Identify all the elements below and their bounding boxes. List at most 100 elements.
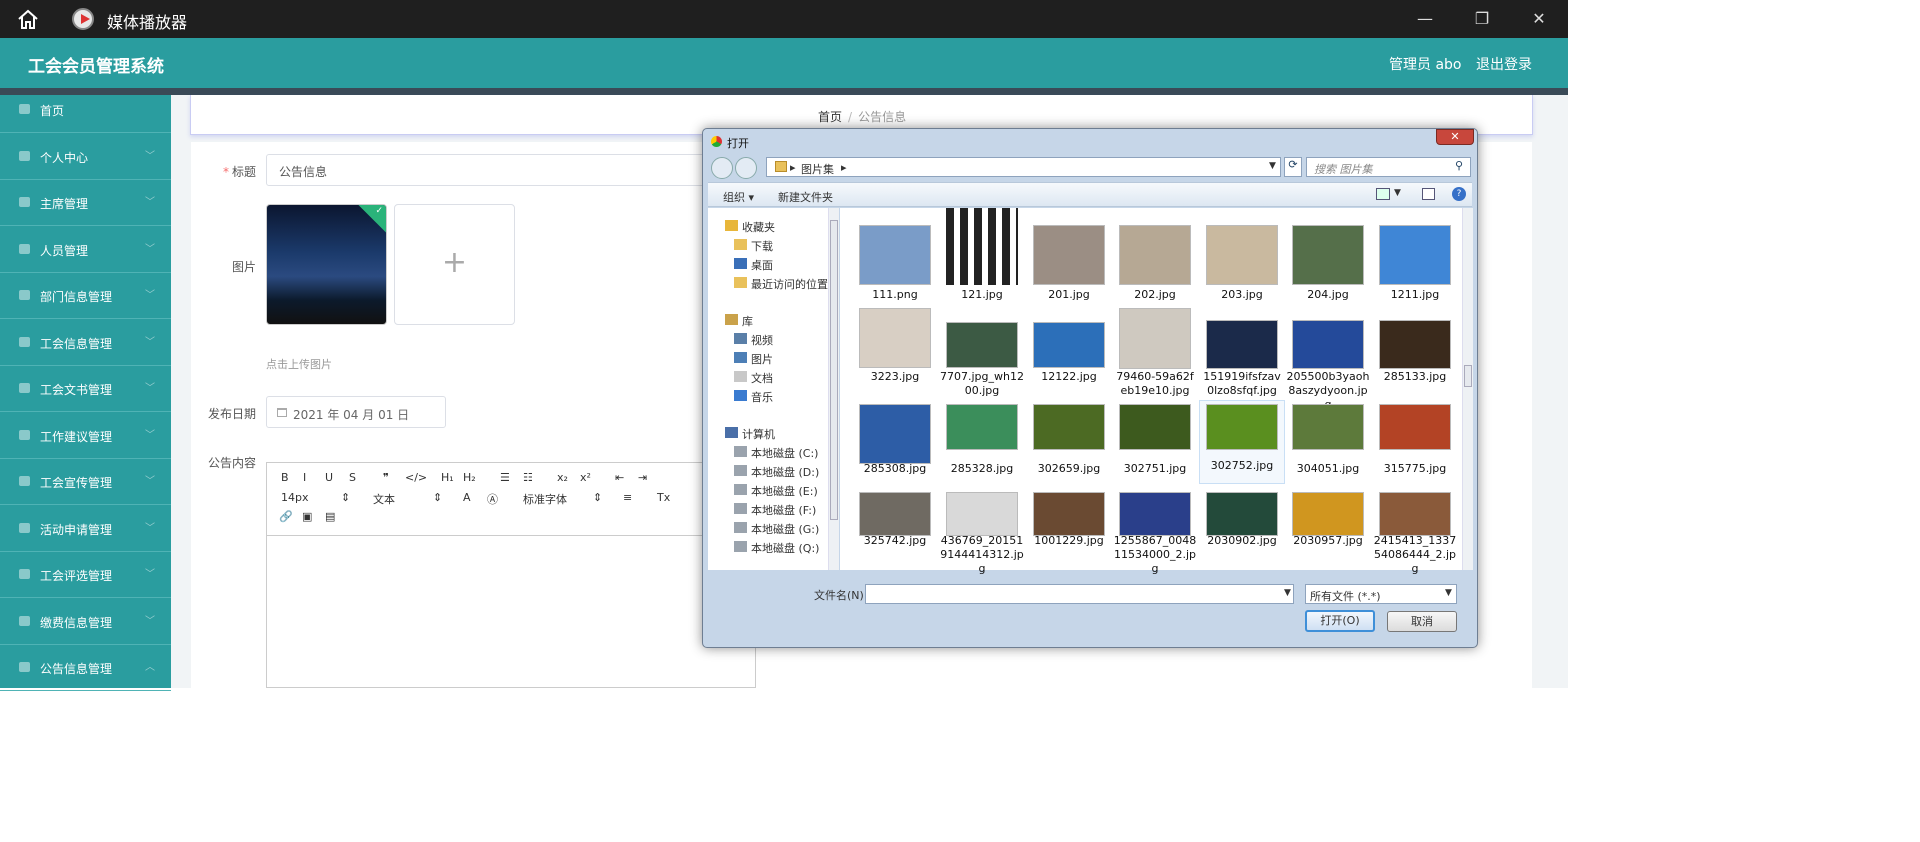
sidebar-item[interactable]: 工会信息管理 ﹀ xyxy=(0,320,171,366)
sidebar-item[interactable]: 工会评选管理 ﹀ xyxy=(0,552,171,598)
nav-item[interactable]: 桌面 xyxy=(751,257,773,273)
back-button[interactable] xyxy=(711,157,733,179)
editor-tool-button[interactable]: B xyxy=(281,471,289,484)
breadcrumb-home[interactable]: 首页 xyxy=(818,110,842,124)
editor-tool-button[interactable]: ❞ xyxy=(383,471,389,484)
sidebar-item[interactable]: 工会文书管理 ﹀ xyxy=(0,366,171,412)
close-icon[interactable]: ✕ xyxy=(1527,8,1551,30)
clear-format-icon[interactable]: Tx xyxy=(657,491,670,504)
editor-tool-button[interactable]: ☷ xyxy=(523,471,533,484)
editor-tool-button[interactable]: H₁ xyxy=(441,471,454,484)
editor-tool-button[interactable]: S xyxy=(349,471,356,484)
sidebar-item[interactable]: 工会宣传管理 ﹀ xyxy=(0,459,171,505)
editor-tool-button[interactable]: ☰ xyxy=(500,471,510,484)
history-dropdown-icon[interactable]: ▼ xyxy=(1269,161,1276,171)
sidebar-item[interactable]: 缴费信息管理 ﹀ xyxy=(0,599,171,645)
dialog-close-button[interactable]: ✕ xyxy=(1436,129,1474,145)
view-dropdown-icon[interactable]: ▼ xyxy=(1394,188,1401,198)
path-tail[interactable]: ▸ xyxy=(841,161,847,174)
logout-link[interactable]: 退出登录 xyxy=(1476,54,1532,74)
nav-item[interactable]: 本地磁盘 (G:) xyxy=(751,521,819,537)
nav-scrollbar[interactable] xyxy=(828,208,839,570)
window-title-bar: 媒体播放器 — ❐ ✕ xyxy=(0,0,1568,38)
font-family-select[interactable]: 标准字体 xyxy=(523,491,567,507)
file-scrollbar[interactable] xyxy=(1462,208,1473,570)
nav-scrollbar-thumb[interactable] xyxy=(830,220,838,520)
uploaded-image-thumbnail[interactable]: ✓ xyxy=(266,204,387,325)
filetype-dropdown-icon[interactable]: ▼ xyxy=(1445,588,1452,598)
address-bar[interactable]: ▸ 图片集 ▸ ▼ xyxy=(766,157,1281,177)
text-style-select[interactable]: 文本 xyxy=(373,491,395,507)
file-thumbnail xyxy=(1379,320,1451,369)
filetype-select[interactable]: 所有文件 (*.*) ▼ xyxy=(1305,584,1457,604)
select-arrow-icon[interactable]: ⇕ xyxy=(341,491,350,504)
sidebar-item[interactable]: 主席管理 ﹀ xyxy=(0,180,171,226)
font-color-icon[interactable]: A xyxy=(463,491,471,504)
nav-item[interactable]: 本地磁盘 (D:) xyxy=(751,464,819,480)
nav-item[interactable]: 本地磁盘 (C:) xyxy=(751,445,818,461)
minimize-icon[interactable]: — xyxy=(1413,8,1437,30)
preview-pane-icon[interactable] xyxy=(1422,188,1435,200)
image-icon[interactable]: ▣ xyxy=(302,510,312,523)
date-picker-input[interactable]: 2021 年 04 月 01 日 xyxy=(266,396,446,428)
organize-menu[interactable]: 组织 ▾ xyxy=(723,189,754,205)
sidebar-item[interactable]: 工作建议管理 ﹀ xyxy=(0,413,171,459)
rich-text-editor[interactable]: B I U S ❞ </> H₁ H₂ ☰ ☷ x₂ x² ⇤ ⇥ 14px ⇕ 文本 ⇕ A Ⓐ 标准字体 ⇕ ≡ Tx 🔗 ▣… xyxy=(266,462,756,688)
select-arrow-icon[interactable]: ⇕ xyxy=(433,491,442,504)
forward-button[interactable] xyxy=(735,157,757,179)
current-user[interactable]: 管理员 abo xyxy=(1389,54,1461,74)
sidebar-item[interactable]: 首页 xyxy=(0,87,171,133)
align-icon[interactable]: ≡ xyxy=(623,491,632,504)
nav-computer[interactable]: 计算机 xyxy=(742,426,775,442)
nav-item[interactable]: 音乐 xyxy=(751,389,773,405)
dialog-search-input[interactable]: 搜索 图片集 ⚲ xyxy=(1306,157,1471,177)
refresh-icon[interactable]: ⟳ xyxy=(1284,157,1302,177)
cancel-button[interactable]: 取消 xyxy=(1387,611,1457,632)
sidebar-item[interactable]: 个人中心 ﹀ xyxy=(0,134,171,180)
file-name: 304051.jpg xyxy=(1296,462,1360,475)
editor-tool-button[interactable]: I xyxy=(303,471,306,484)
nav-item[interactable]: 图片 xyxy=(751,351,773,367)
editor-tool-button[interactable]: H₂ xyxy=(463,471,476,484)
nav-favorites[interactable]: 收藏夹 xyxy=(742,219,775,235)
nav-item[interactable]: 文档 xyxy=(751,370,773,386)
nav-item[interactable]: 本地磁盘 (F:) xyxy=(751,502,816,518)
view-mode-icon[interactable] xyxy=(1376,188,1390,200)
link-icon[interactable]: 🔗 xyxy=(279,510,293,523)
new-folder-button[interactable]: 新建文件夹 xyxy=(778,189,833,205)
image-upload-button[interactable]: + xyxy=(394,204,515,325)
editor-tool-button[interactable]: </> xyxy=(405,471,427,484)
editor-tool-button[interactable]: ⇤ xyxy=(615,471,624,484)
file-thumbnail xyxy=(1119,404,1191,450)
sidebar-item[interactable]: 人员管理 ﹀ xyxy=(0,227,171,273)
file-item[interactable]: 302752.jpg xyxy=(1199,400,1285,484)
filename-input[interactable]: ▼ xyxy=(865,584,1294,604)
video-icon[interactable]: ▤ xyxy=(325,510,335,523)
help-icon[interactable]: ? xyxy=(1452,187,1466,201)
nav-library[interactable]: 库 xyxy=(742,313,753,329)
sidebar-item[interactable]: 公告信息管理 ︿ xyxy=(0,645,171,691)
title-input[interactable]: 公告信息 xyxy=(266,154,756,186)
editor-tool-button[interactable]: x₂ xyxy=(557,471,568,484)
nav-item[interactable]: 最近访问的位置 xyxy=(751,276,828,292)
background-color-icon[interactable]: Ⓐ xyxy=(487,491,498,507)
nav-item[interactable]: 视频 xyxy=(751,332,773,348)
nav-item[interactable]: 下载 xyxy=(751,238,773,254)
filename-dropdown-icon[interactable]: ▼ xyxy=(1284,588,1291,598)
nav-item[interactable]: 本地磁盘 (E:) xyxy=(751,483,818,499)
open-button[interactable]: 打开(O) xyxy=(1305,610,1375,632)
file-scrollbar-thumb[interactable] xyxy=(1464,365,1472,387)
nav-item[interactable]: 本地磁盘 (Q:) xyxy=(751,540,819,556)
folder-icon xyxy=(734,239,747,250)
select-arrow-icon[interactable]: ⇕ xyxy=(593,491,602,504)
path-root[interactable]: ▸ xyxy=(790,161,796,174)
home-icon[interactable] xyxy=(16,8,40,30)
editor-tool-button[interactable]: ⇥ xyxy=(638,471,647,484)
sidebar-item[interactable]: 活动申请管理 ﹀ xyxy=(0,506,171,552)
sidebar-item[interactable]: 部门信息管理 ﹀ xyxy=(0,273,171,319)
editor-tool-button[interactable]: U xyxy=(325,471,333,484)
maximize-icon[interactable]: ❐ xyxy=(1470,8,1494,30)
editor-tool-button[interactable]: x² xyxy=(580,471,591,484)
path-folder[interactable]: 图片集 xyxy=(801,161,834,177)
font-size-select[interactable]: 14px xyxy=(281,491,309,504)
